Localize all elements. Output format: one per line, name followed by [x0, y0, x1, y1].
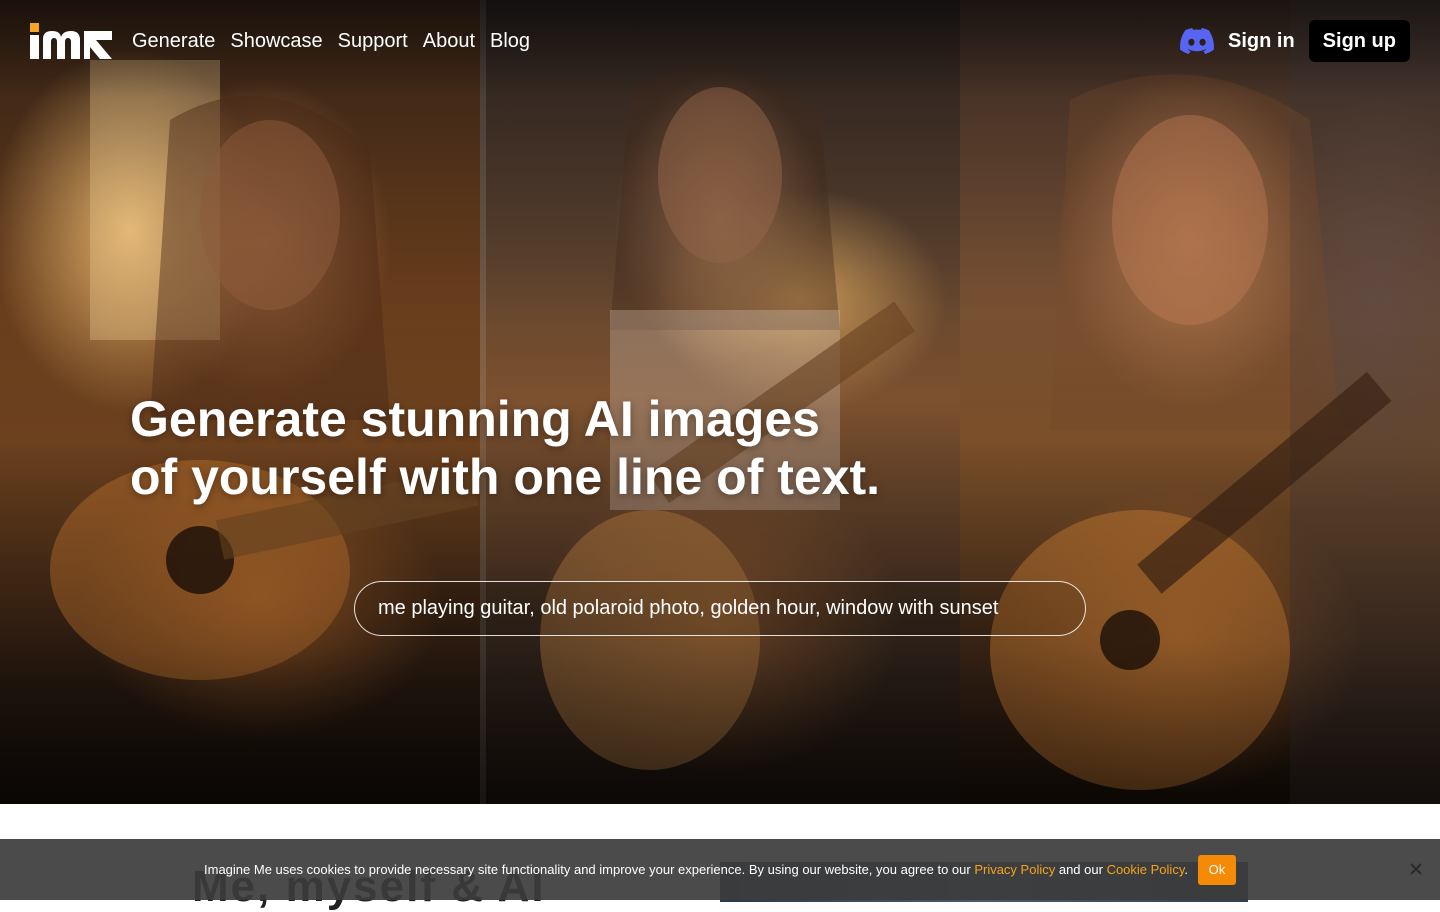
cookie-text-before: Imagine Me uses cookies to provide neces…	[204, 862, 975, 877]
hero-headline-line2: of yourself with one line of text.	[130, 449, 881, 505]
cookie-text: Imagine Me uses cookies to provide neces…	[204, 862, 1188, 877]
cookie-banner: Imagine Me uses cookies to provide neces…	[0, 839, 1440, 900]
top-nav: Generate Showcase Support About Blog Sig…	[0, 0, 1440, 82]
nav-link-blog[interactable]: Blog	[490, 30, 530, 53]
cookie-policy-link[interactable]: Cookie Policy	[1107, 862, 1185, 877]
nav-link-showcase[interactable]: Showcase	[230, 30, 322, 53]
privacy-policy-link[interactable]: Privacy Policy	[974, 862, 1055, 877]
hero-headline: Generate stunning AI images of yourself …	[130, 390, 880, 506]
sign-up-button[interactable]: Sign up	[1308, 20, 1410, 62]
nav-link-generate[interactable]: Generate	[132, 30, 215, 53]
close-icon[interactable]	[1408, 861, 1424, 877]
cookie-text-middle: and our	[1055, 862, 1107, 877]
cookie-ok-button[interactable]: Ok	[1197, 854, 1236, 885]
sign-in-link[interactable]: Sign in	[1228, 30, 1295, 53]
nav-actions: Sign in Sign up	[1180, 20, 1410, 62]
discord-icon[interactable]	[1180, 28, 1214, 54]
prompt-input[interactable]: me playing guitar, old polaroid photo, g…	[354, 581, 1086, 636]
nav-link-about[interactable]: About	[423, 30, 475, 53]
logo[interactable]	[30, 23, 112, 59]
nav-links: Generate Showcase Support About Blog	[132, 30, 530, 53]
hero-section: Generate Showcase Support About Blog Sig…	[0, 0, 1440, 804]
cookie-text-after: .	[1184, 862, 1188, 877]
nav-link-support[interactable]: Support	[338, 30, 408, 53]
hero-headline-line1: Generate stunning AI images	[130, 391, 820, 447]
logo-icon	[30, 23, 112, 59]
